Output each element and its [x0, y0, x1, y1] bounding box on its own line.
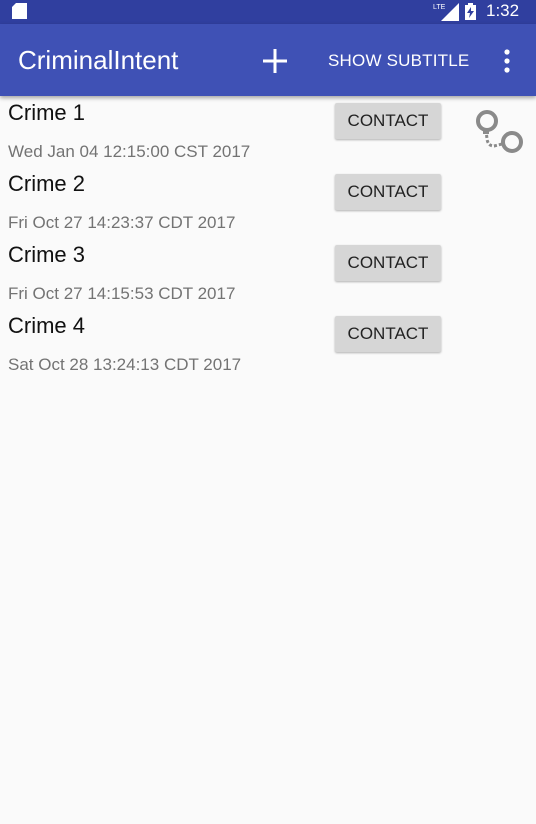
sd-card-icon	[12, 3, 27, 19]
handcuffs-icon	[476, 110, 523, 153]
network-label: LTE	[433, 4, 446, 11]
status-bar: LTE 1:32	[0, 0, 536, 24]
crime-list-item[interactable]: Crime 2 Fri Oct 27 14:23:37 CDT 2017 CON…	[0, 167, 536, 238]
crime-date: Fri Oct 27 14:23:37 CDT 2017	[8, 213, 236, 232]
show-subtitle-button[interactable]: SHOW SUBTITLE	[328, 51, 469, 71]
crime-date: Fri Oct 27 14:15:53 CDT 2017	[8, 284, 236, 303]
crime-title: Crime 2	[8, 171, 86, 196]
contact-button[interactable]: CONTACT	[335, 245, 441, 281]
crime-title: Crime 3	[8, 242, 86, 267]
contact-button[interactable]: CONTACT	[335, 174, 441, 210]
lte-signal-icon: LTE	[433, 3, 459, 21]
plus-icon[interactable]	[261, 47, 289, 75]
crime-list-item[interactable]: Crime 1 Wed Jan 04 12:15:00 CST 2017 CON…	[0, 96, 536, 167]
battery-charging-icon	[465, 3, 476, 20]
more-vert-icon[interactable]	[498, 48, 516, 74]
status-time: 1:32	[486, 1, 520, 20]
crime-title: Crime 4	[8, 313, 86, 338]
contact-button[interactable]: CONTACT	[335, 316, 441, 352]
crime-date: Wed Jan 04 12:15:00 CST 2017	[8, 142, 251, 161]
crime-list-item[interactable]: Crime 3 Fri Oct 27 14:15:53 CDT 2017 CON…	[0, 238, 536, 309]
contact-button[interactable]: CONTACT	[335, 103, 441, 139]
crime-list-item[interactable]: Crime 4 Sat Oct 28 13:24:13 CDT 2017 CON…	[0, 309, 536, 380]
crime-title: Crime 1	[8, 100, 86, 125]
app-title: CriminalIntent	[18, 45, 179, 75]
app-bar: CriminalIntent SHOW SUBTITLE	[0, 24, 536, 96]
crime-date: Sat Oct 28 13:24:13 CDT 2017	[8, 355, 242, 374]
